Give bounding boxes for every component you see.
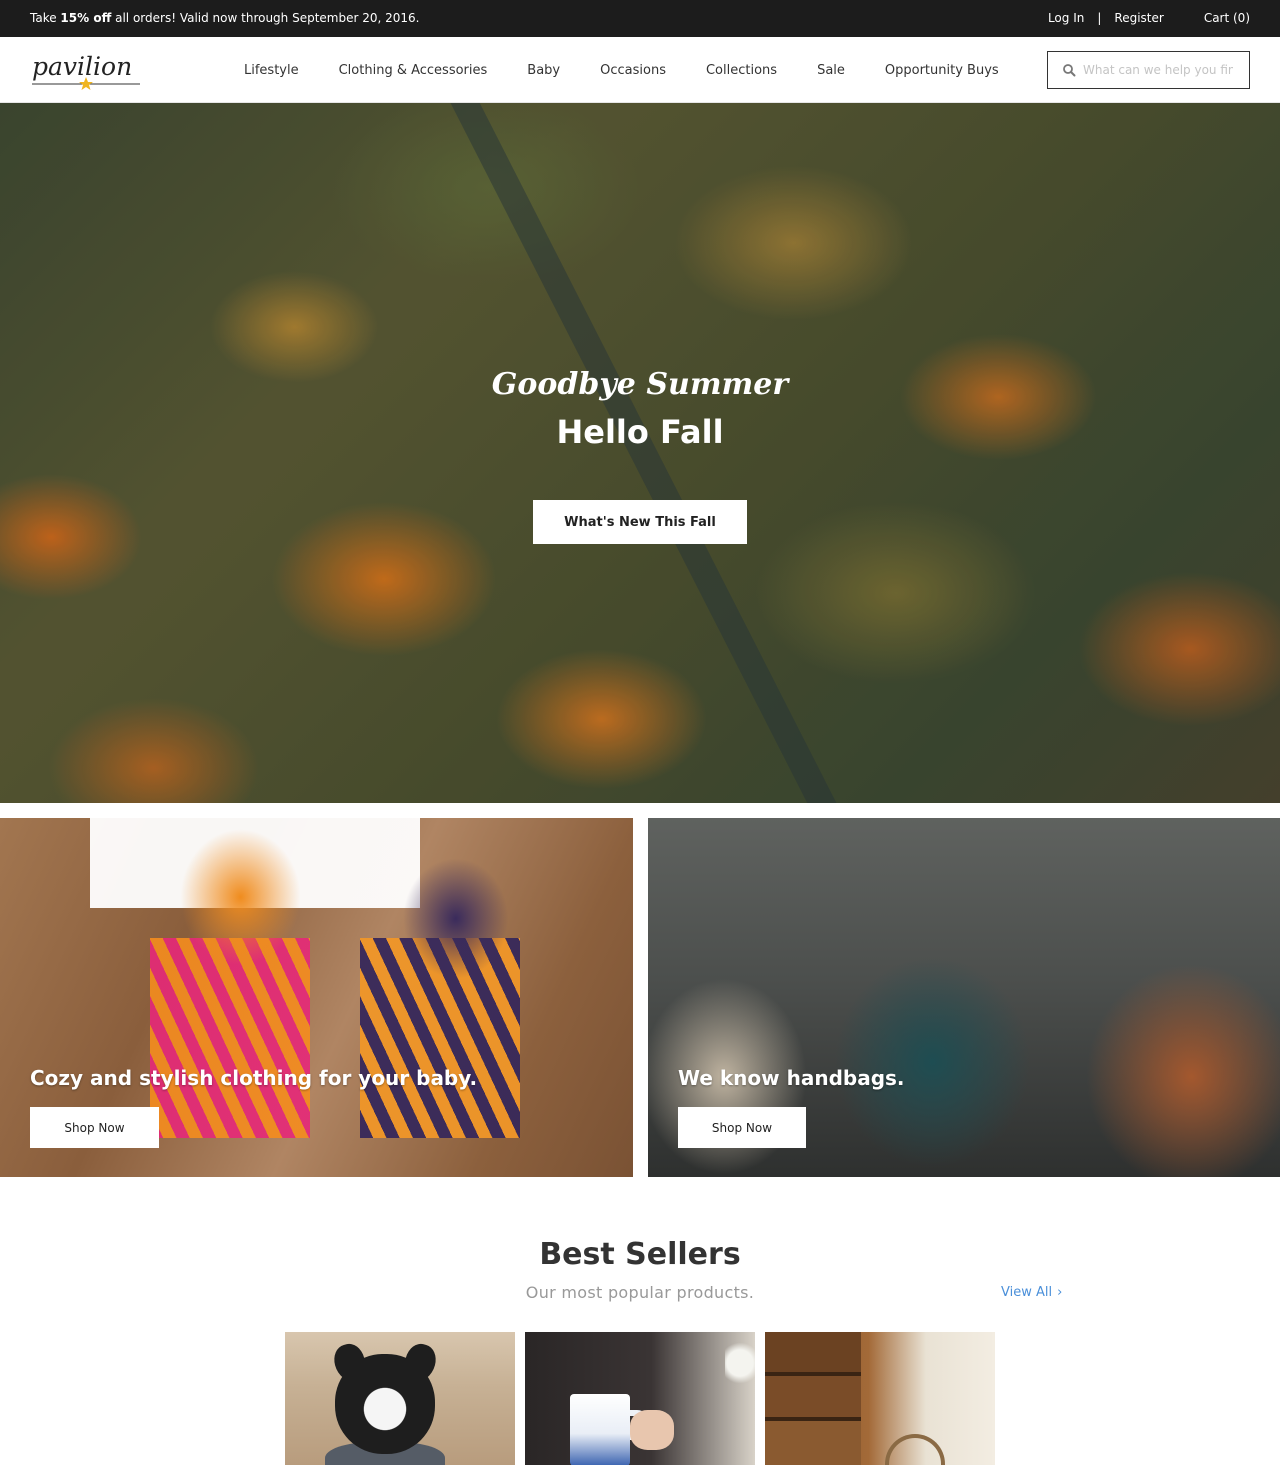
baby-tile-caption: Cozy and stylish clothing for your baby. [30,1066,478,1090]
nav-collections[interactable]: Collections [686,63,797,78]
baby-clothing-tile[interactable]: Cozy and stylish clothing for your baby.… [0,818,633,1177]
mug-decoration [570,1394,630,1465]
hero-banner: Goodbye Summer Hello Fall What's New Thi… [0,103,1280,803]
link-separator: | [1097,11,1102,25]
site-header: pavilion Lifestyle Clothing & Accessorie… [0,37,1280,103]
cart-link[interactable]: Cart (0) [1204,11,1250,25]
hero-script-heading: Goodbye Summer [491,367,789,402]
product-card-home-decor[interactable] [765,1332,995,1465]
hero-overlay [0,103,1280,803]
view-all-label: View All [1001,1285,1053,1300]
promo-discount: 15% off [60,11,112,25]
logo-wordmark-icon: pavilion [32,52,140,90]
register-link[interactable]: Register [1114,11,1163,25]
svg-text:pavilion: pavilion [32,52,132,81]
handbags-tile-caption: We know handbags. [678,1066,905,1090]
search-box [1047,51,1250,89]
pavilion-logo[interactable]: pavilion [30,45,142,93]
handbags-tile[interactable]: We know handbags. Shop Now [648,818,1280,1177]
search-input[interactable] [1083,63,1233,77]
nav-occasions[interactable]: Occasions [580,63,686,78]
nav-clothing-accessories[interactable]: Clothing & Accessories [319,63,508,78]
nav-opportunity-buys[interactable]: Opportunity Buys [865,63,1019,78]
best-sellers-subtitle: Our most popular products. [525,1283,755,1302]
chevron-right-icon: › [1057,1285,1063,1300]
hand-decoration [630,1410,674,1450]
basket-decoration [885,1434,945,1465]
flower-decoration [725,1338,755,1388]
login-link[interactable]: Log In [1048,11,1084,25]
best-sellers-title: Best Sellers [539,1237,741,1272]
whats-new-button[interactable]: What's New This Fall [533,500,747,544]
dog-head-decoration [335,1354,435,1454]
promo-message: Take 15% off all orders! Valid now throu… [30,11,420,25]
product-card-mug[interactable] [525,1332,755,1465]
promo-prefix: Take [30,11,61,25]
main-nav: Lifestyle Clothing & Accessories Baby Oc… [224,37,1019,103]
baby-shop-now-button[interactable]: Shop Now [30,1107,159,1148]
nav-lifestyle[interactable]: Lifestyle [224,63,319,78]
nav-sale[interactable]: Sale [797,63,865,78]
promo-suffix: all orders! Valid now through September … [111,11,420,25]
product-card-dog-bandana[interactable] [285,1332,515,1465]
view-all-link[interactable]: View All › [1001,1285,1062,1300]
shelf-decoration [765,1332,861,1465]
handbags-shop-now-button[interactable]: Shop Now [678,1107,806,1148]
account-links: Log In | Register Cart (0) [1048,11,1250,25]
hero-title: Hello Fall [556,413,724,451]
nav-baby[interactable]: Baby [507,63,580,78]
announcement-bar: Take 15% off all orders! Valid now throu… [0,0,1280,37]
search-icon[interactable] [1062,63,1076,77]
